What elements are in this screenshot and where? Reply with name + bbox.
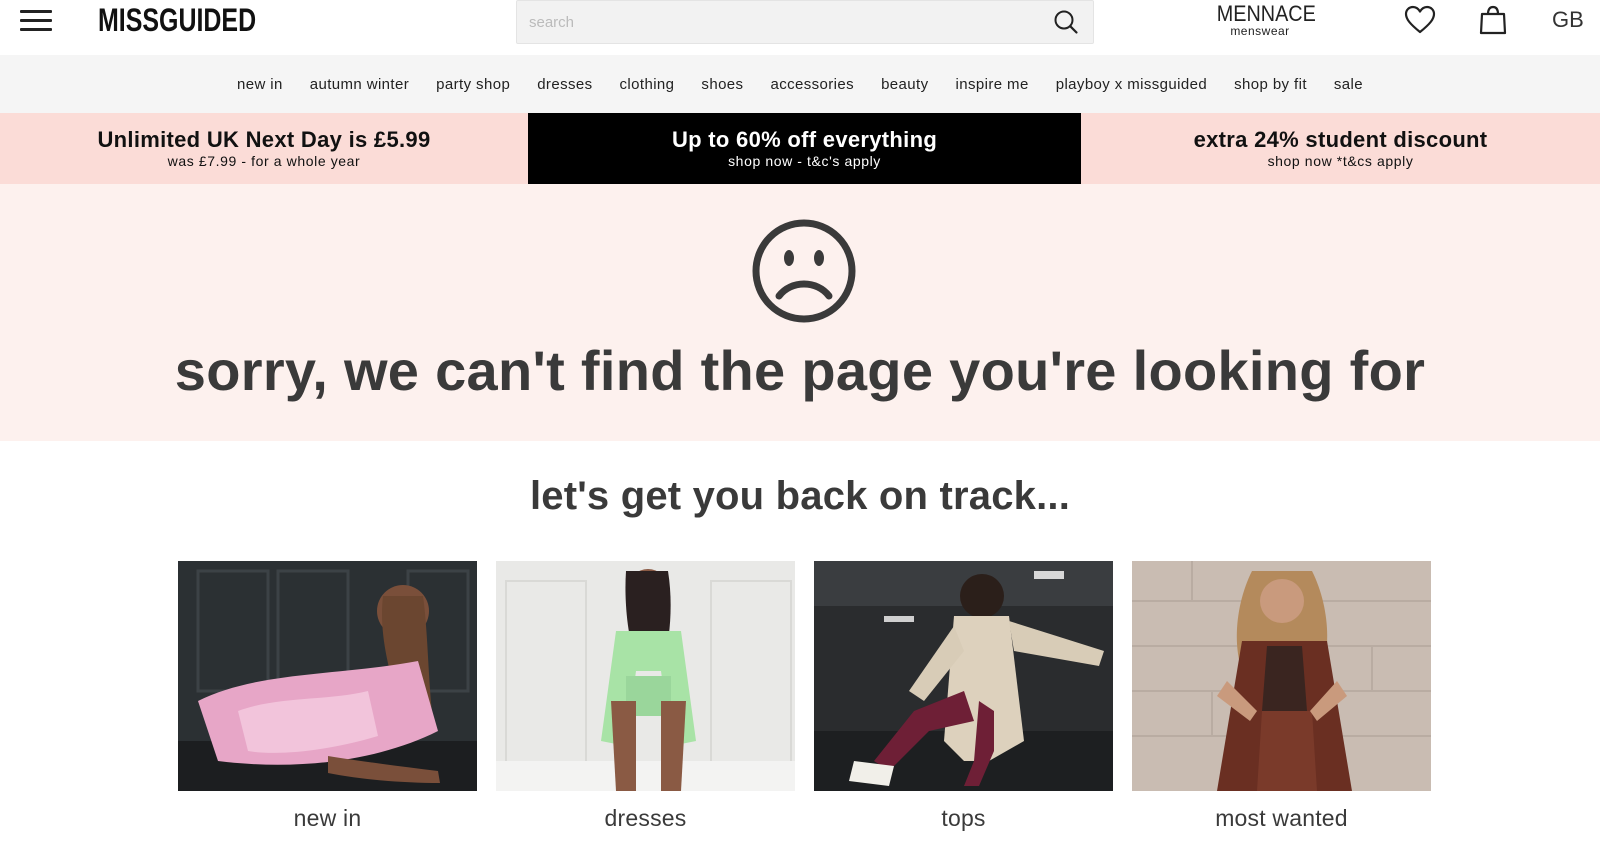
mennace-logo: MENNACE bbox=[1216, 1, 1316, 26]
nav-item-clothing[interactable]: clothing bbox=[620, 76, 675, 93]
category-label[interactable]: dresses bbox=[496, 805, 795, 832]
category-card-dresses[interactable]: dresses bbox=[496, 561, 795, 832]
promo-title: extra 24% student discount bbox=[1193, 127, 1488, 152]
category-card-tops[interactable]: tops bbox=[814, 561, 1113, 832]
promo-subtitle: shop now - t&c's apply bbox=[728, 153, 881, 169]
region-selector[interactable]: GB bbox=[1552, 7, 1584, 33]
nav-item-beauty[interactable]: beauty bbox=[881, 76, 928, 93]
category-card-new-in[interactable]: new in bbox=[178, 561, 477, 832]
menswear-label: menswear bbox=[1230, 24, 1290, 38]
tops-photo[interactable] bbox=[814, 561, 1113, 791]
category-label[interactable]: most wanted bbox=[1132, 805, 1431, 832]
nav-item-party-shop[interactable]: party shop bbox=[436, 76, 510, 93]
promo-sale[interactable]: Up to 60% off everything shop now - t&c'… bbox=[528, 113, 1081, 184]
nav-item-shop-by-fit[interactable]: shop by fit bbox=[1234, 76, 1307, 93]
new-in-photo[interactable] bbox=[178, 561, 477, 791]
dresses-photo[interactable] bbox=[496, 561, 795, 791]
category-cards: new in dresses tops most wanted bbox=[178, 561, 1432, 841]
nav-item-shoes[interactable]: shoes bbox=[701, 76, 743, 93]
sad-face-icon bbox=[752, 219, 856, 323]
main-navigation: new in autumn winter party shop dresses … bbox=[0, 55, 1600, 113]
search-bar bbox=[516, 0, 1094, 44]
recovery-heading: let's get you back on track... bbox=[529, 474, 1071, 518]
mennace-menswear-link[interactable]: MENNACE menswear bbox=[1212, 1, 1316, 38]
site-header: MISSGUIDED MENNACE menswear GB bbox=[0, 0, 1600, 55]
search-icon[interactable] bbox=[1053, 9, 1079, 35]
nav-item-inspire-me[interactable]: inspire me bbox=[956, 76, 1029, 93]
nav-item-sale[interactable]: sale bbox=[1334, 76, 1363, 93]
menu-icon[interactable] bbox=[20, 10, 52, 32]
promo-subtitle: was £7.99 - for a whole year bbox=[167, 153, 361, 169]
site-logo[interactable]: MISSGUIDED bbox=[98, 2, 256, 39]
promo-title: Unlimited UK Next Day is £5.99 bbox=[97, 127, 431, 152]
nav-item-dresses[interactable]: dresses bbox=[537, 76, 592, 93]
search-input[interactable] bbox=[529, 9, 1029, 35]
error-message: sorry, we can't find the page you're loo… bbox=[174, 339, 1426, 402]
most-wanted-photo[interactable] bbox=[1132, 561, 1431, 791]
category-label[interactable]: new in bbox=[178, 805, 477, 832]
nav-item-new-in[interactable]: new in bbox=[237, 76, 283, 93]
promo-student-discount[interactable]: extra 24% student discount shop now *t&c… bbox=[1081, 113, 1600, 184]
category-card-most-wanted[interactable]: most wanted bbox=[1132, 561, 1431, 832]
nav-item-autumn-winter[interactable]: autumn winter bbox=[310, 76, 409, 93]
promo-strip: Unlimited UK Next Day is £5.99 was £7.99… bbox=[0, 113, 1600, 184]
promo-next-day-delivery[interactable]: Unlimited UK Next Day is £5.99 was £7.99… bbox=[0, 113, 528, 184]
promo-subtitle: shop now *t&cs apply bbox=[1267, 153, 1414, 169]
nav-item-accessories[interactable]: accessories bbox=[770, 76, 854, 93]
nav-item-playboy[interactable]: playboy x missguided bbox=[1056, 76, 1207, 93]
shopping-bag-icon[interactable] bbox=[1478, 5, 1508, 35]
error-hero: sorry, we can't find the page you're loo… bbox=[0, 184, 1600, 441]
category-label[interactable]: tops bbox=[814, 805, 1113, 832]
wishlist-heart-icon[interactable] bbox=[1404, 5, 1436, 35]
promo-title: Up to 60% off everything bbox=[671, 127, 938, 152]
